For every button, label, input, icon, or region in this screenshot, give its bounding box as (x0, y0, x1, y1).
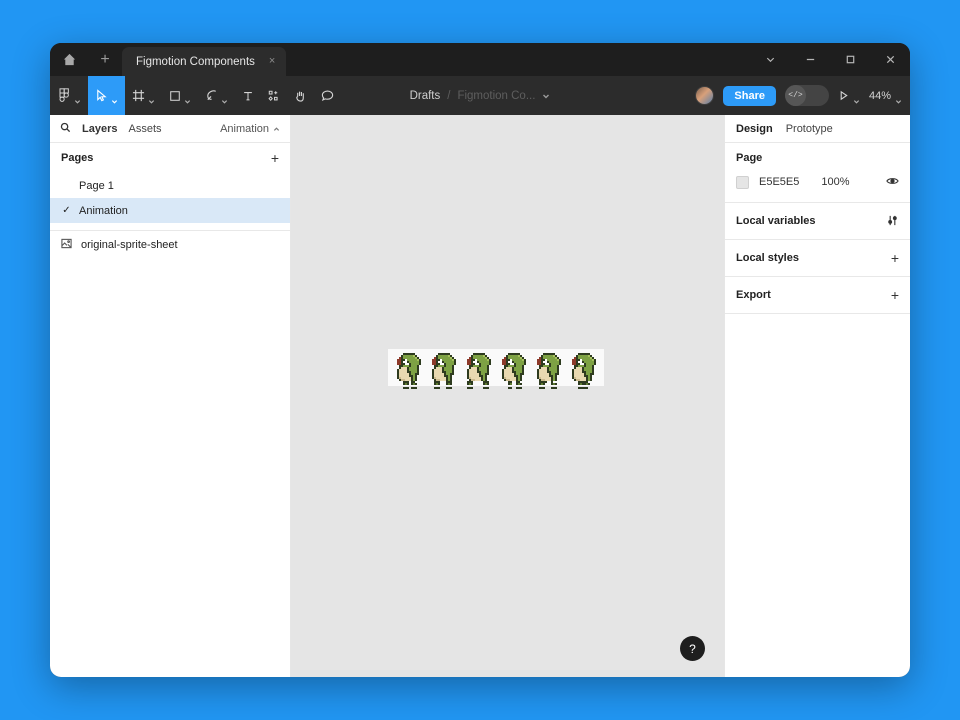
page-section-title: Page (736, 152, 763, 164)
move-tool-button[interactable] (88, 76, 125, 115)
comment-tool-button[interactable] (314, 76, 341, 115)
sprite-frame (391, 351, 426, 389)
right-panel: Design Prototype Page E5E5E5 100% Local … (724, 115, 910, 677)
app-body: Layers Assets Animation Pages + Page 1 ✓… (50, 115, 910, 677)
chevron-down-icon[interactable] (221, 92, 228, 104)
tab-strip: + Figmotion Components × (50, 43, 910, 76)
figma-desktop-window: + Figmotion Components × Drafts / Figmot… (50, 43, 910, 677)
page-label: Page 1 (79, 179, 114, 192)
chevron-down-icon[interactable] (750, 43, 790, 76)
export-row[interactable]: Export + (725, 277, 910, 314)
pages-header: Pages + (50, 143, 290, 173)
layer-row[interactable]: original-sprite-sheet (50, 231, 290, 258)
avatar[interactable] (695, 86, 715, 105)
tab-layers[interactable]: Layers (82, 123, 117, 135)
layer-label: original-sprite-sheet (81, 238, 178, 251)
plus-icon[interactable]: + (891, 288, 899, 302)
tab-title: Figmotion Components (136, 55, 255, 68)
left-panel-tabs: Layers Assets Animation (50, 115, 290, 143)
chevron-up-icon[interactable] (273, 120, 280, 138)
local-variables-row[interactable]: Local variables (725, 203, 910, 240)
minimize-icon[interactable] (790, 43, 830, 76)
help-button[interactable]: ? (680, 636, 705, 661)
pages-title: Pages (61, 152, 94, 164)
present-button[interactable] (838, 90, 860, 104)
local-styles-title: Local styles (736, 252, 799, 264)
share-button[interactable]: Share (723, 85, 776, 106)
page-item-page-1[interactable]: Page 1 (50, 173, 290, 198)
canvas[interactable]: ? (291, 115, 724, 677)
figma-menu-button[interactable] (52, 76, 88, 115)
sprite-frame (531, 351, 566, 389)
close-icon[interactable] (870, 43, 910, 76)
eye-icon[interactable] (886, 173, 899, 191)
chevron-down-icon[interactable] (853, 92, 860, 104)
sprite-frame (496, 351, 531, 389)
page-fill-section: Page E5E5E5 100% (725, 143, 910, 203)
code-brackets-icon: </> (784, 85, 806, 106)
fill-hex-value[interactable]: E5E5E5 (759, 176, 799, 188)
chevron-down-icon[interactable] (184, 92, 191, 104)
right-panel-tabs: Design Prototype (725, 115, 910, 143)
local-variables-title: Local variables (736, 215, 816, 227)
current-page-indicator[interactable]: Animation (220, 120, 280, 138)
fill-opacity-value[interactable]: 100% (821, 176, 849, 188)
pen-tool-button[interactable] (198, 76, 235, 115)
plus-icon[interactable]: + (891, 251, 899, 265)
image-layer-icon (61, 236, 72, 254)
frame-tool-button[interactable] (125, 76, 162, 115)
tab-design[interactable]: Design (736, 123, 773, 135)
zoom-level: 44% (868, 89, 891, 102)
chevron-down-icon[interactable] (111, 92, 118, 104)
page-fill-row: E5E5E5 100% (736, 173, 899, 191)
dev-mode-toggle[interactable]: </> (784, 85, 829, 106)
current-page-label: Animation (220, 122, 269, 135)
chevron-down-icon[interactable] (148, 92, 155, 104)
local-styles-row[interactable]: Local styles + (725, 240, 910, 277)
left-panel: Layers Assets Animation Pages + Page 1 ✓… (50, 115, 291, 677)
breadcrumb-file-name[interactable]: Figmotion Co... (457, 90, 535, 102)
breadcrumb-separator: / (447, 89, 451, 102)
actions-tool-button[interactable] (261, 76, 287, 115)
browser-tab[interactable]: Figmotion Components × (122, 47, 287, 76)
shape-tool-button[interactable] (162, 76, 198, 115)
page-item-animation[interactable]: ✓ Animation (50, 198, 290, 223)
add-page-button[interactable]: + (271, 151, 279, 165)
window-controls (750, 43, 910, 76)
page-check-mark: ✓ (62, 205, 71, 216)
home-icon[interactable] (50, 43, 88, 76)
toolbar-right-group: Share </> 44% (695, 85, 902, 106)
text-tool-button[interactable] (235, 76, 261, 115)
zoom-control[interactable]: 44% (868, 89, 902, 104)
new-tab-button[interactable]: + (88, 43, 122, 76)
search-icon[interactable] (60, 120, 71, 138)
hand-tool-button[interactable] (287, 76, 314, 115)
chevron-down-icon[interactable] (74, 92, 81, 104)
sprite-frame (426, 351, 461, 389)
chevron-down-icon[interactable] (895, 92, 902, 104)
chevron-down-icon[interactable] (542, 87, 550, 105)
export-title: Export (736, 289, 771, 301)
page-label: Animation (79, 204, 128, 217)
tab-assets[interactable]: Assets (128, 123, 161, 135)
breadcrumb-root[interactable]: Drafts (410, 90, 441, 102)
sprite-frame (461, 351, 496, 389)
sprite-frame (566, 351, 601, 389)
tab-prototype[interactable]: Prototype (786, 123, 833, 135)
maximize-icon[interactable] (830, 43, 870, 76)
variables-sliders-icon[interactable] (886, 214, 899, 229)
sprite-sheet-frame[interactable] (388, 349, 604, 389)
color-swatch[interactable] (736, 175, 749, 189)
close-tab-icon[interactable]: × (267, 55, 277, 68)
main-toolbar: Drafts / Figmotion Co... Share </> 44% (50, 76, 910, 115)
